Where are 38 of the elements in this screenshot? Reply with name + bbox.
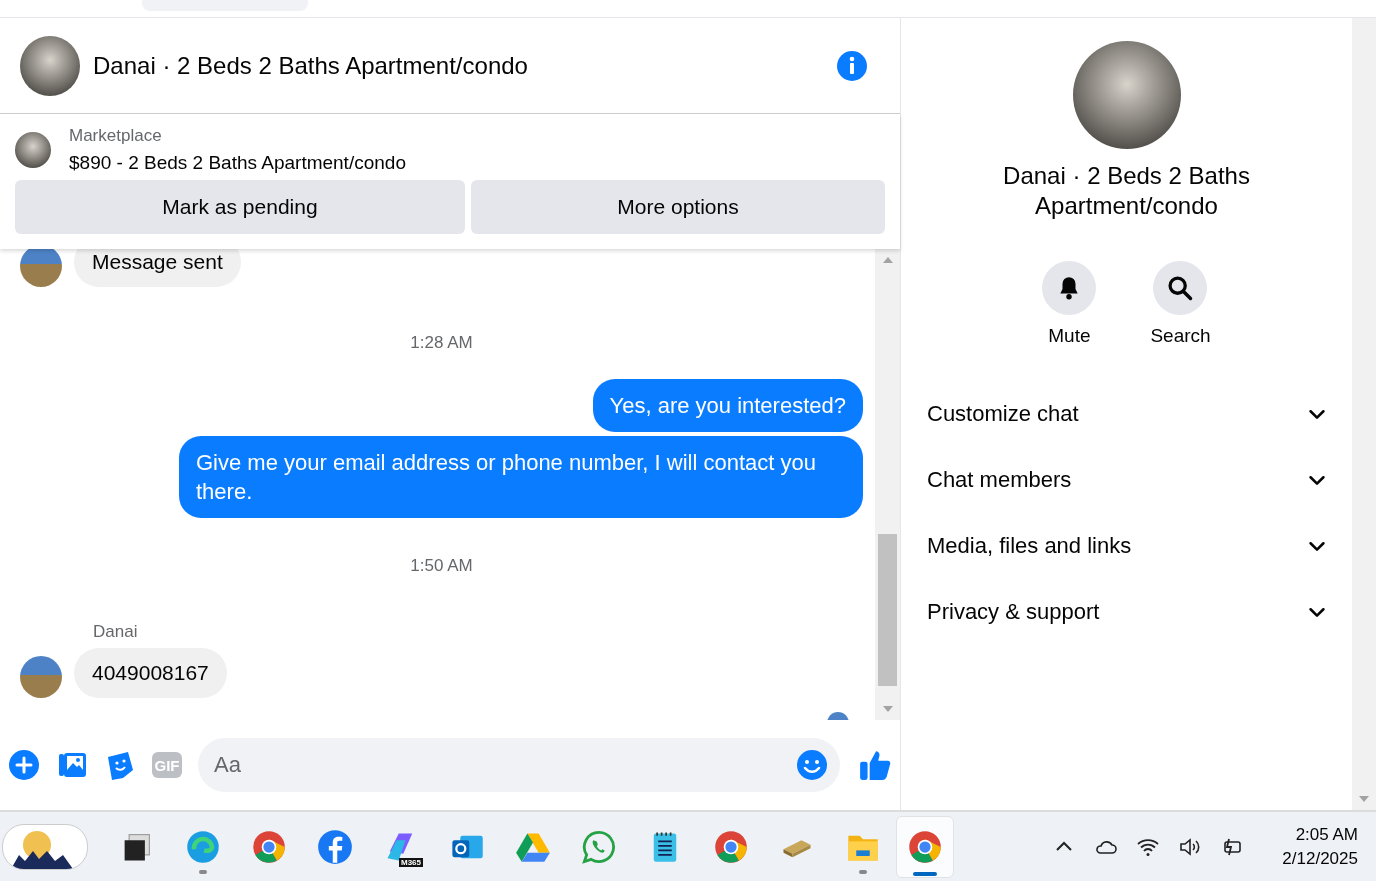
chrome-icon[interactable]	[251, 829, 287, 865]
message-bubble: Give me your email address or phone number, I will contact you there.	[179, 436, 863, 518]
browser-wave-icon[interactable]	[185, 829, 221, 865]
chat-name: Danai · 2 Beds 2 Baths Apartment/condo	[1002, 161, 1251, 221]
section-header[interactable]: Customize chat	[925, 385, 1328, 443]
message-bubble: Message sent	[74, 249, 241, 287]
f-logo-icon[interactable]	[317, 829, 353, 865]
widgets-button[interactable]	[2, 824, 88, 870]
scrollbar[interactable]	[875, 249, 900, 720]
search-icon	[1166, 274, 1195, 302]
clock[interactable]: 2:05 AM 2/12/2025	[1282, 823, 1358, 871]
conversation-title: Danai · 2 Beds 2 Baths Apartment/condo	[93, 51, 529, 80]
section-header[interactable]: Chat members	[925, 451, 1328, 509]
thumbs-up-icon[interactable]	[858, 748, 892, 782]
page-scrollbar[interactable]	[1352, 18, 1376, 810]
message-bubble: 4049008167	[74, 648, 227, 698]
smiley-icon[interactable]	[796, 749, 828, 781]
chrome-icon[interactable]	[713, 829, 749, 865]
clock-date: 2/12/2025	[1282, 848, 1358, 870]
listing-summary: $890 - 2 Beds 2 Baths Apartment/condo	[69, 152, 406, 174]
listing-photo-placeholder	[15, 132, 51, 168]
message-input-field[interactable]: Aa	[198, 738, 840, 792]
avatar-photo-placeholder	[20, 656, 62, 698]
section-header[interactable]: Media, files and links	[925, 517, 1328, 575]
message-bubble: Yes, are you interested?	[592, 379, 863, 432]
listing-button[interactable]: More options	[471, 180, 885, 234]
listing-source: Marketplace	[69, 126, 163, 146]
avatar-photo-placeholder	[20, 249, 62, 287]
section-header[interactable]: Privacy & support	[925, 583, 1328, 641]
sender-name: Danai	[93, 622, 139, 642]
message-timestamp: 1:50 AM	[410, 556, 473, 576]
clock-time: 2:05 AM	[1294, 824, 1358, 846]
chrome-icon[interactable]	[907, 829, 943, 865]
info-icon[interactable]	[836, 49, 868, 82]
message-timestamp: 1:28 AM	[410, 333, 473, 353]
plus-icon[interactable]	[8, 749, 40, 781]
listing-button[interactable]: Mark as pending	[15, 180, 465, 234]
phone-bubble-icon[interactable]	[581, 829, 617, 865]
